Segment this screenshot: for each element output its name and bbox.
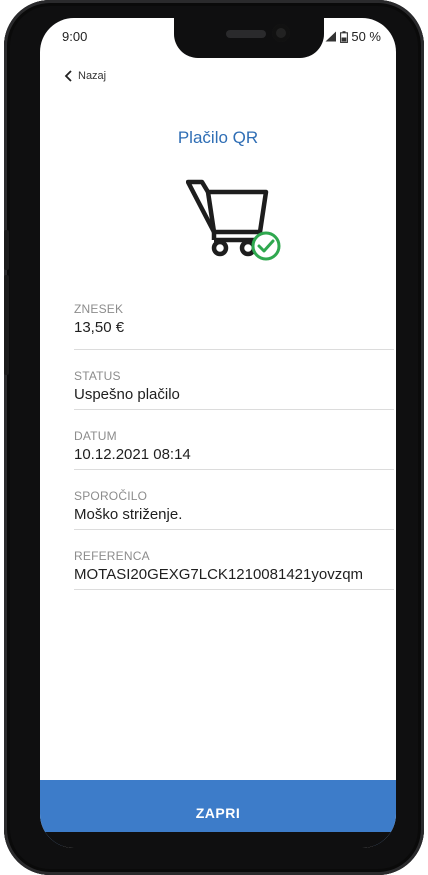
payment-details: ZNESEK 13,50 € STATUS Uspešno plačilo DA… — [74, 302, 394, 590]
signal-icon — [325, 31, 337, 42]
field-label: SPOROČILO — [74, 489, 148, 503]
field-value: MOTASI20GEXG7LCK1210081421yovzqm — [74, 566, 364, 583]
field-date: DATUM 10.12.2021 08:14 — [74, 410, 394, 470]
field-label: REFERENCA — [74, 549, 150, 563]
chevron-left-icon — [64, 70, 72, 82]
back-label: Nazaj — [78, 70, 107, 82]
back-button[interactable]: Nazaj — [64, 70, 106, 82]
field-value: 13,50 € — [74, 319, 125, 336]
field-reference: REFERENCA MOTASI20GEXG7LCK1210081421yovz… — [74, 530, 394, 590]
cart-check-icon — [186, 179, 281, 261]
side-button — [4, 230, 9, 270]
field-label: STATUS — [74, 369, 121, 383]
bottom-bezel — [40, 832, 396, 848]
field-value: 10.12.2021 08:14 — [74, 446, 191, 463]
field-amount: ZNESEK 13,50 € — [74, 302, 394, 350]
battery-icon — [340, 30, 349, 43]
speaker-grille — [226, 30, 266, 38]
status-time: 9:00 — [62, 29, 88, 44]
phone-frame: 9:00 50 % Nazaj Plačilo QR ZNESEK 13,50 … — [4, 0, 424, 875]
front-camera — [272, 24, 290, 42]
battery-percentage: 50 % — [351, 29, 381, 44]
side-button — [4, 275, 9, 375]
field-value: Uspešno plačilo — [74, 386, 180, 403]
field-label: ZNESEK — [74, 302, 124, 316]
field-message: SPOROČILO Moško striženje. — [74, 470, 394, 530]
field-label: DATUM — [74, 429, 117, 443]
page-title: Plačilo QR — [177, 128, 259, 147]
screen: 9:00 50 % Nazaj Plačilo QR ZNESEK 13,50 … — [40, 18, 396, 848]
notch — [174, 18, 324, 58]
field-value: Moško striženje. — [74, 506, 183, 523]
field-status: STATUS Uspešno plačilo — [74, 350, 394, 410]
